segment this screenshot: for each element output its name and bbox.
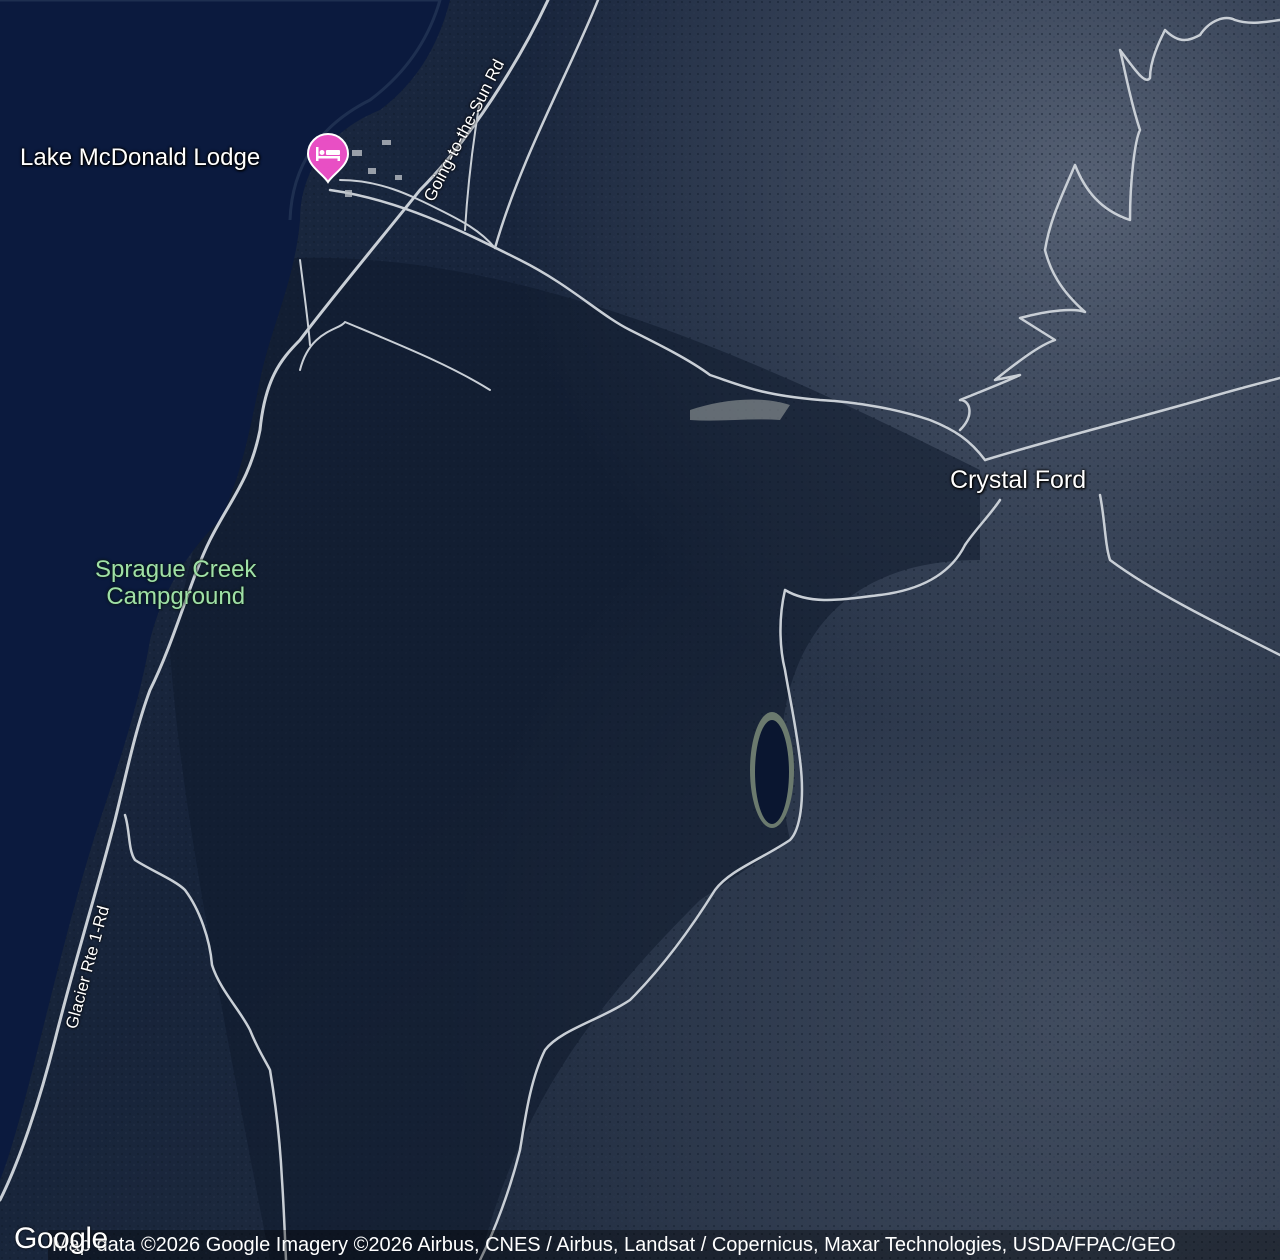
map-attribution[interactable]: Map data ©2026 Google Imagery ©2026 Airb… (48, 1230, 1280, 1260)
map-footer: Map data ©2026 Google Imagery ©2026 Airb… (0, 1222, 1280, 1260)
google-logo: Google (14, 1222, 108, 1255)
hotel-bed-icon (306, 133, 350, 184)
lodge-marker[interactable] (304, 132, 352, 184)
campground-label-line2: Campground (106, 583, 246, 610)
crystal-ford-label[interactable]: Crystal Ford (950, 466, 1086, 495)
sprague-creek-campground-label[interactable]: Sprague Creek Campground (95, 556, 256, 610)
map-canvas[interactable]: Lake McDonald Lodge Crystal Ford Sprague… (0, 0, 1280, 1260)
lake-mcdonald-lodge-label[interactable]: Lake McDonald Lodge (20, 144, 260, 172)
satellite-imagery (0, 0, 1280, 1260)
campground-label-line1: Sprague Creek (95, 556, 257, 583)
